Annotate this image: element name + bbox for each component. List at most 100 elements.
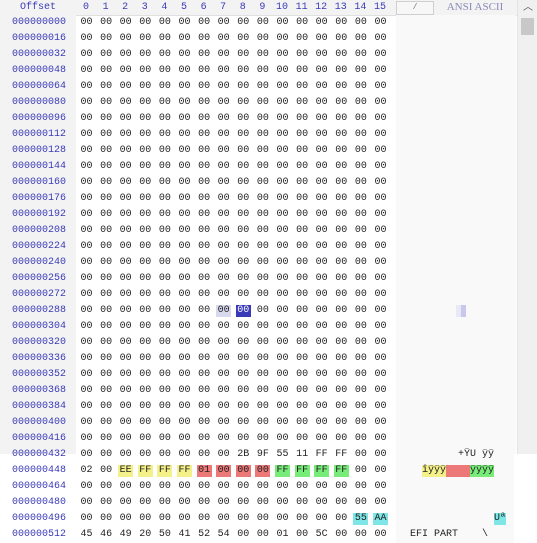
hex-byte[interactable]: 00 [275, 65, 290, 77]
hex-byte[interactable]: 00 [177, 193, 192, 205]
ascii-cell[interactable] [396, 223, 514, 239]
hex-byte[interactable]: 00 [236, 161, 251, 173]
hex-byte[interactable]: 00 [99, 113, 114, 125]
hex-byte[interactable]: 00 [373, 369, 388, 381]
hex-byte[interactable]: 00 [79, 145, 94, 157]
hex-byte[interactable]: 00 [138, 433, 153, 445]
hex-byte[interactable]: 00 [118, 289, 133, 301]
hex-byte[interactable]: 00 [373, 337, 388, 349]
hex-byte[interactable]: 00 [255, 33, 270, 45]
hex-row[interactable]: 000000048 00 00 00 00 00 00 00 00 00 00 00 00 00 00 00 0… [0, 63, 517, 79]
hex-byte[interactable]: 00 [314, 81, 329, 93]
hex-byte[interactable]: 00 [118, 273, 133, 285]
hex-byte[interactable]: 00 [314, 33, 329, 45]
hex-byte[interactable]: 00 [177, 97, 192, 109]
hex-byte[interactable]: 00 [177, 369, 192, 381]
hex-byte[interactable]: 00 [99, 17, 114, 29]
hex-byte[interactable]: 00 [295, 193, 310, 205]
ascii-cell[interactable] [396, 287, 514, 303]
hex-byte[interactable]: 00 [197, 369, 212, 381]
ascii-cell[interactable]: Uª [396, 511, 514, 527]
ascii-toggle-button[interactable]: / [396, 1, 434, 15]
hex-byte[interactable]: 00 [197, 225, 212, 237]
ascii-cell[interactable] [396, 239, 514, 255]
hex-byte[interactable]: 00 [177, 433, 192, 445]
hex-byte[interactable]: 46 [99, 529, 114, 541]
hex-byte[interactable]: 00 [79, 81, 94, 93]
hex-byte[interactable]: 00 [177, 289, 192, 301]
hex-byte[interactable]: 00 [118, 513, 133, 525]
hex-byte[interactable]: 00 [157, 497, 172, 509]
hex-byte[interactable]: 00 [118, 337, 133, 349]
hex-byte[interactable]: 00 [295, 49, 310, 61]
hex-byte[interactable]: 00 [334, 145, 349, 157]
hex-byte[interactable]: 00 [255, 257, 270, 269]
hex-byte[interactable]: 00 [275, 97, 290, 109]
hex-byte[interactable]: FF [157, 465, 173, 477]
hex-byte[interactable]: 00 [216, 353, 231, 365]
hex-byte[interactable]: 00 [99, 337, 114, 349]
hex-byte[interactable]: 00 [99, 273, 114, 285]
hex-byte[interactable]: 00 [236, 289, 251, 301]
hex-byte[interactable]: 00 [353, 417, 368, 429]
hex-byte[interactable]: 00 [236, 225, 251, 237]
ascii-cell[interactable] [396, 431, 514, 447]
hex-byte[interactable]: 00 [216, 481, 231, 493]
hex-byte[interactable]: 00 [138, 513, 153, 525]
hex-byte[interactable]: 00 [118, 145, 133, 157]
hex-row[interactable]: 000000320 00 00 00 00 00 00 00 00 00 00 00 00 00 00 00 0… [0, 335, 517, 351]
hex-byte[interactable]: FF [177, 465, 192, 477]
hex-byte[interactable]: 00 [138, 241, 153, 253]
hex-byte[interactable]: 00 [275, 321, 290, 333]
hex-byte[interactable]: 02 [79, 465, 94, 477]
hex-byte[interactable]: 00 [353, 241, 368, 253]
hex-byte[interactable]: 00 [275, 401, 290, 413]
hex-byte[interactable]: 00 [99, 49, 114, 61]
hex-byte[interactable]: 00 [197, 33, 212, 45]
hex-row[interactable]: 000000272 00 00 00 00 00 00 00 00 00 00 00 00 00 00 00 0… [0, 287, 517, 303]
hex-byte[interactable]: 00 [197, 97, 212, 109]
hex-byte[interactable]: 00 [334, 241, 349, 253]
hex-byte[interactable]: 00 [118, 449, 133, 461]
hex-byte[interactable]: 00 [216, 113, 231, 125]
hex-byte[interactable]: 00 [99, 353, 114, 365]
hex-byte[interactable]: 00 [255, 513, 270, 525]
hex-byte[interactable]: 00 [353, 209, 368, 221]
hex-byte[interactable]: 00 [236, 529, 251, 541]
hex-byte[interactable]: 00 [334, 65, 349, 77]
hex-byte[interactable]: 00 [157, 289, 172, 301]
hex-byte[interactable]: 00 [177, 257, 192, 269]
hex-byte[interactable]: 00 [157, 305, 172, 317]
hex-byte[interactable]: 00 [275, 33, 290, 45]
hex-byte[interactable]: 00 [373, 417, 388, 429]
hex-byte[interactable]: 00 [275, 433, 290, 445]
hex-byte[interactable]: 00 [79, 321, 94, 333]
hex-byte[interactable]: 00 [353, 353, 368, 365]
hex-byte[interactable]: 00 [216, 385, 231, 397]
hex-byte[interactable]: 00 [157, 145, 172, 157]
hex-byte[interactable]: EE [118, 465, 134, 477]
hex-byte[interactable]: 00 [353, 33, 368, 45]
hex-byte[interactable]: 00 [353, 337, 368, 349]
hex-byte[interactable]: 00 [99, 241, 114, 253]
hex-byte[interactable]: 9F [255, 449, 270, 461]
hex-byte[interactable]: 00 [177, 497, 192, 509]
hex-byte[interactable]: 00 [138, 257, 153, 269]
hex-row[interactable]: 000000288 00 00 00 00 00 00 00 00 00 00 00 00 00 00 00 0… [0, 303, 517, 319]
hex-byte[interactable]: 00 [177, 225, 192, 237]
hex-byte[interactable]: 00 [353, 385, 368, 397]
hex-byte[interactable]: 00 [334, 433, 349, 445]
hex-byte[interactable]: 00 [197, 257, 212, 269]
hex-byte[interactable]: 00 [99, 209, 114, 221]
hex-byte[interactable]: 00 [275, 113, 290, 125]
hex-byte[interactable]: 00 [255, 273, 270, 285]
hex-byte[interactable]: 00 [138, 65, 153, 77]
hex-byte[interactable]: 00 [79, 97, 94, 109]
ascii-cell[interactable] [396, 15, 514, 31]
hex-byte[interactable]: 00 [79, 353, 94, 365]
hex-byte[interactable]: 00 [275, 257, 290, 269]
hex-byte[interactable]: 00 [99, 145, 114, 157]
hex-byte[interactable]: 00 [118, 497, 133, 509]
hex-byte[interactable]: 00 [373, 321, 388, 333]
hex-byte[interactable]: 00 [275, 81, 290, 93]
